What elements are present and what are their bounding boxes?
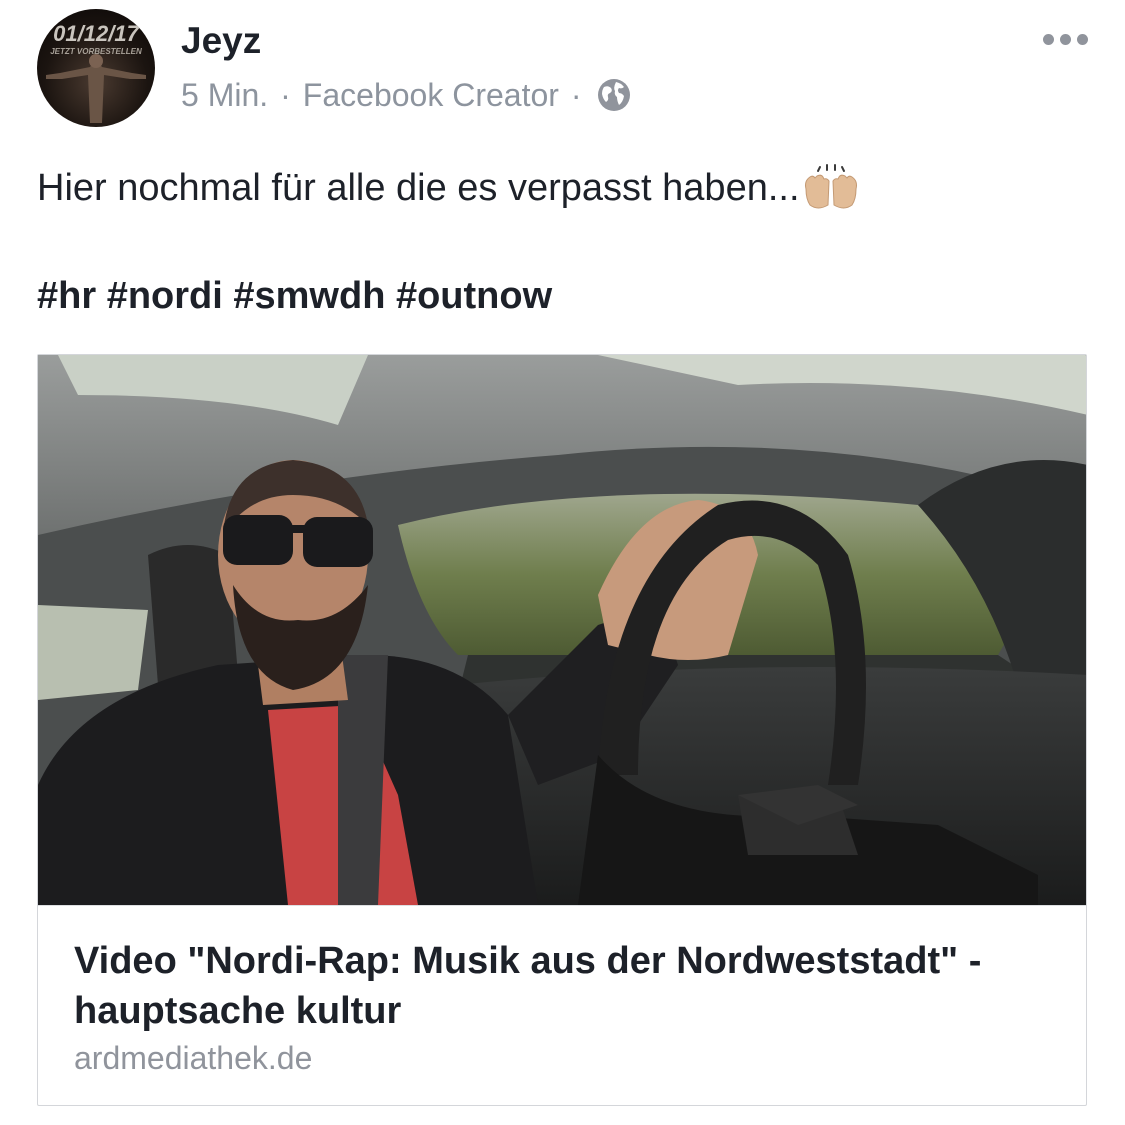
link-preview-card[interactable]: Video "Nordi-Rap: Musik aus der Nordwest… xyxy=(37,354,1087,1106)
post-app[interactable]: Facebook Creator xyxy=(303,77,559,114)
more-dot xyxy=(1077,34,1088,45)
link-preview-body[interactable]: Video "Nordi-Rap: Musik aus der Nordwest… xyxy=(38,905,1086,1105)
avatar-sub-text: JETZT VORBESTELLEN xyxy=(50,47,142,56)
link-preview-image[interactable] xyxy=(38,355,1087,905)
post-meta: 5 Min. · Facebook Creator · xyxy=(181,75,632,115)
link-preview-title[interactable]: Video "Nordi-Rap: Musik aus der Nordwest… xyxy=(74,936,1034,1036)
more-options-icon[interactable] xyxy=(1043,34,1088,45)
author-name[interactable]: Jeyz xyxy=(181,20,261,62)
post-time[interactable]: 5 Min. xyxy=(181,77,268,114)
profile-avatar[interactable]: 01/12/17 JETZT VORBESTELLEN xyxy=(37,9,155,127)
post-message: Hier nochmal für alle die es verpasst ha… xyxy=(37,163,860,213)
more-dot xyxy=(1043,34,1054,45)
raising-hands-emoji xyxy=(802,163,860,213)
hashtags[interactable]: #hr #nordi #smwdh #outnow xyxy=(37,275,552,318)
post-text: Hier nochmal für alle die es verpasst ha… xyxy=(37,166,800,209)
link-preview-domain: ardmediathek.de xyxy=(74,1040,313,1076)
avatar-date-text: 01/12/17 xyxy=(53,21,139,46)
more-dot xyxy=(1060,34,1071,45)
meta-separator: · xyxy=(570,76,582,113)
meta-separator: · xyxy=(280,76,291,113)
globe-icon[interactable] xyxy=(596,77,632,113)
